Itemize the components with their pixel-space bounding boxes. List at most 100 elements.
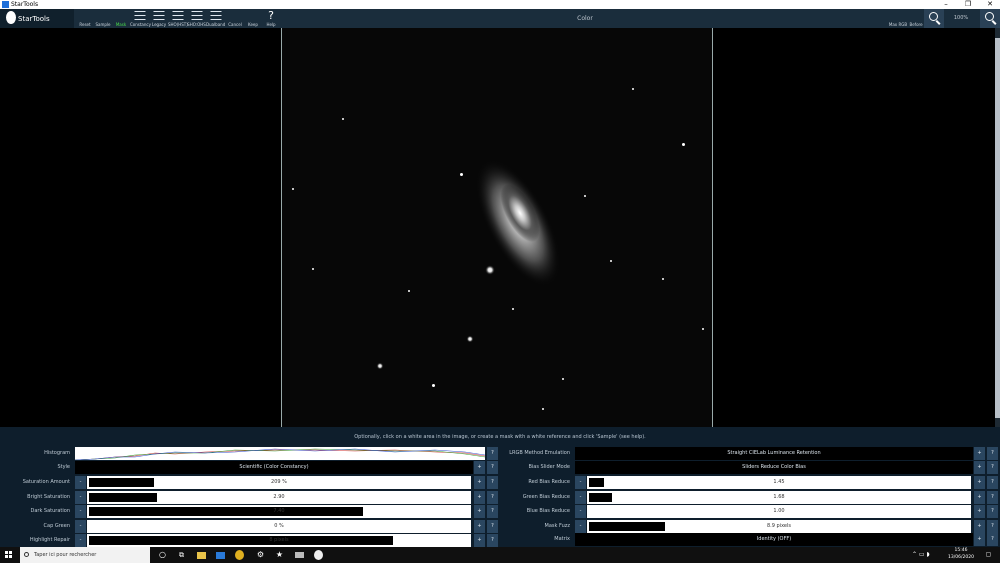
vertical-scrollbar[interactable] [995,28,1000,427]
slider-track[interactable]: 1.45 [587,476,971,489]
zoom-level: 100% [953,15,969,21]
slider-decrease-button[interactable]: - [75,505,86,518]
slider-increase-button[interactable]: + [974,505,985,518]
slider-decrease-button[interactable]: - [575,490,586,504]
slider-help-button[interactable]: ? [987,505,998,518]
astro-image[interactable] [281,28,713,427]
slider-help-button[interactable]: ? [487,534,498,547]
slider-decrease-button[interactable]: - [575,476,586,489]
slider-help-button[interactable]: ? [487,490,498,504]
slider-track[interactable]: 209 % [87,476,471,489]
app-window-icon[interactable] [295,552,304,558]
slider-increase-button[interactable]: + [974,476,985,489]
mask-button[interactable]: Mask [112,9,130,28]
slider-help-button[interactable]: ? [487,476,498,489]
restore-button[interactable]: ❐ [958,0,978,9]
slider-help-button[interactable]: ? [987,490,998,504]
sho-hst-button[interactable]: SHO(HST) [168,9,188,28]
slider-decrease-button[interactable]: - [575,505,586,518]
bias-mode-selector[interactable]: Sliders Reduce Color Bias [575,461,973,474]
histogram-help-button[interactable]: ? [487,447,498,460]
star [682,143,685,146]
mail-icon[interactable] [216,552,225,559]
star [432,384,435,387]
matrix-row: Matrix Identity (OFF) + ? [500,533,1000,546]
slider-label: Blue Bias Reduce [526,508,570,514]
star [610,260,612,262]
matrix-selector[interactable]: Identity (OFF) [575,533,973,546]
lrgb-next-button[interactable]: + [974,447,985,460]
slider-row: Saturation Amount - 209 % +? [0,476,500,489]
slider-decrease-button[interactable]: - [75,534,86,547]
image-viewport[interactable] [0,28,995,427]
zoom-out-button[interactable] [924,9,944,28]
taskbar-search[interactable]: Taper ici pour rechercher [20,547,150,563]
style-next-button[interactable]: + [474,461,485,474]
chrome-icon[interactable] [235,550,244,560]
matrix-next-button[interactable]: + [974,533,985,546]
list-icon [191,11,202,20]
slider-help-button[interactable]: ? [987,476,998,489]
clock[interactable]: 15:46 13/06/2020 [945,547,977,561]
galaxy-image [376,159,561,370]
app-cloud-icon[interactable] [314,550,323,560]
max-rgb-button[interactable]: Max RGB [888,9,908,28]
slider-track[interactable]: 1.68 [587,490,971,504]
zoom-in-button[interactable] [980,9,1000,28]
constancy-button[interactable]: Constancy [130,9,151,28]
style-selector[interactable]: Scientific (Color Constancy) [75,461,473,474]
slider-increase-button[interactable]: + [474,476,485,489]
style-help-button[interactable]: ? [487,461,498,474]
startools-app-icon[interactable]: ★ [275,550,284,560]
slider-decrease-button[interactable]: - [75,476,86,489]
slider-decrease-button[interactable]: - [75,490,86,504]
legacy-button[interactable]: Legacy [150,9,168,28]
dualband-button[interactable]: Dualband [206,9,225,28]
slider-decrease-button[interactable]: - [75,519,86,533]
star [460,173,463,176]
system-tray-icons[interactable]: ⌃ ▭ ◗ [912,547,930,563]
bias-mode-next-button[interactable]: + [974,461,985,474]
histogram-label: Histogram [44,450,70,456]
scrollbar-thumb[interactable] [995,38,1000,418]
slider-help-button[interactable]: ? [487,519,498,533]
keep-button[interactable]: Keep [244,9,262,28]
file-explorer-icon[interactable] [197,552,206,559]
slider-decrease-button[interactable]: - [575,519,586,533]
bias-mode-help-button[interactable]: ? [987,461,998,474]
notification-icon[interactable]: ▢ [984,550,993,560]
slider-increase-button[interactable]: + [474,490,485,504]
task-view-icon[interactable]: ⧉ [177,550,186,560]
minimize-button[interactable]: – [936,0,956,9]
sample-button[interactable]: Sample [94,9,112,28]
slider-increase-button[interactable]: + [974,519,985,533]
zoom-out-icon [929,12,938,21]
close-button[interactable]: ✕ [980,0,1000,9]
cortana-icon[interactable]: ○ [158,550,167,560]
slider-row: Cap Green - 0 % +? [0,519,500,533]
reset-button[interactable]: Reset [76,9,94,28]
slider-increase-button[interactable]: + [474,519,485,533]
sho-ohs-button[interactable]: SHO:OHS [187,9,206,28]
slider-row: Green Bias Reduce - 1.68 +? [500,490,1000,504]
matrix-help-button[interactable]: ? [987,533,998,546]
slider-track[interactable]: 8.9 pixels [587,519,971,533]
slider-increase-button[interactable]: + [474,534,485,547]
lrgb-selector[interactable]: Straight CIELab Luminance Retention [575,447,973,460]
slider-track[interactable]: 7.40 [87,505,471,518]
windows-start-icon[interactable] [5,551,13,559]
lrgb-help-button[interactable]: ? [987,447,998,460]
slider-track[interactable]: 1.00 [587,505,971,518]
slider-increase-button[interactable]: + [974,490,985,504]
slider-help-button[interactable]: ? [487,505,498,518]
slider-increase-button[interactable]: + [474,505,485,518]
slider-track[interactable]: 2.90 [87,490,471,504]
settings-gear-icon[interactable]: ⚙ [256,550,265,560]
slider-help-button[interactable]: ? [987,519,998,533]
cancel-button[interactable]: Cancel [226,9,244,28]
slider-track[interactable]: 8 pixels [87,534,471,547]
help-button[interactable]: ? Help [262,9,280,28]
star [632,88,634,90]
slider-track[interactable]: 0 % [87,519,471,533]
before-button[interactable]: Before [908,9,924,28]
